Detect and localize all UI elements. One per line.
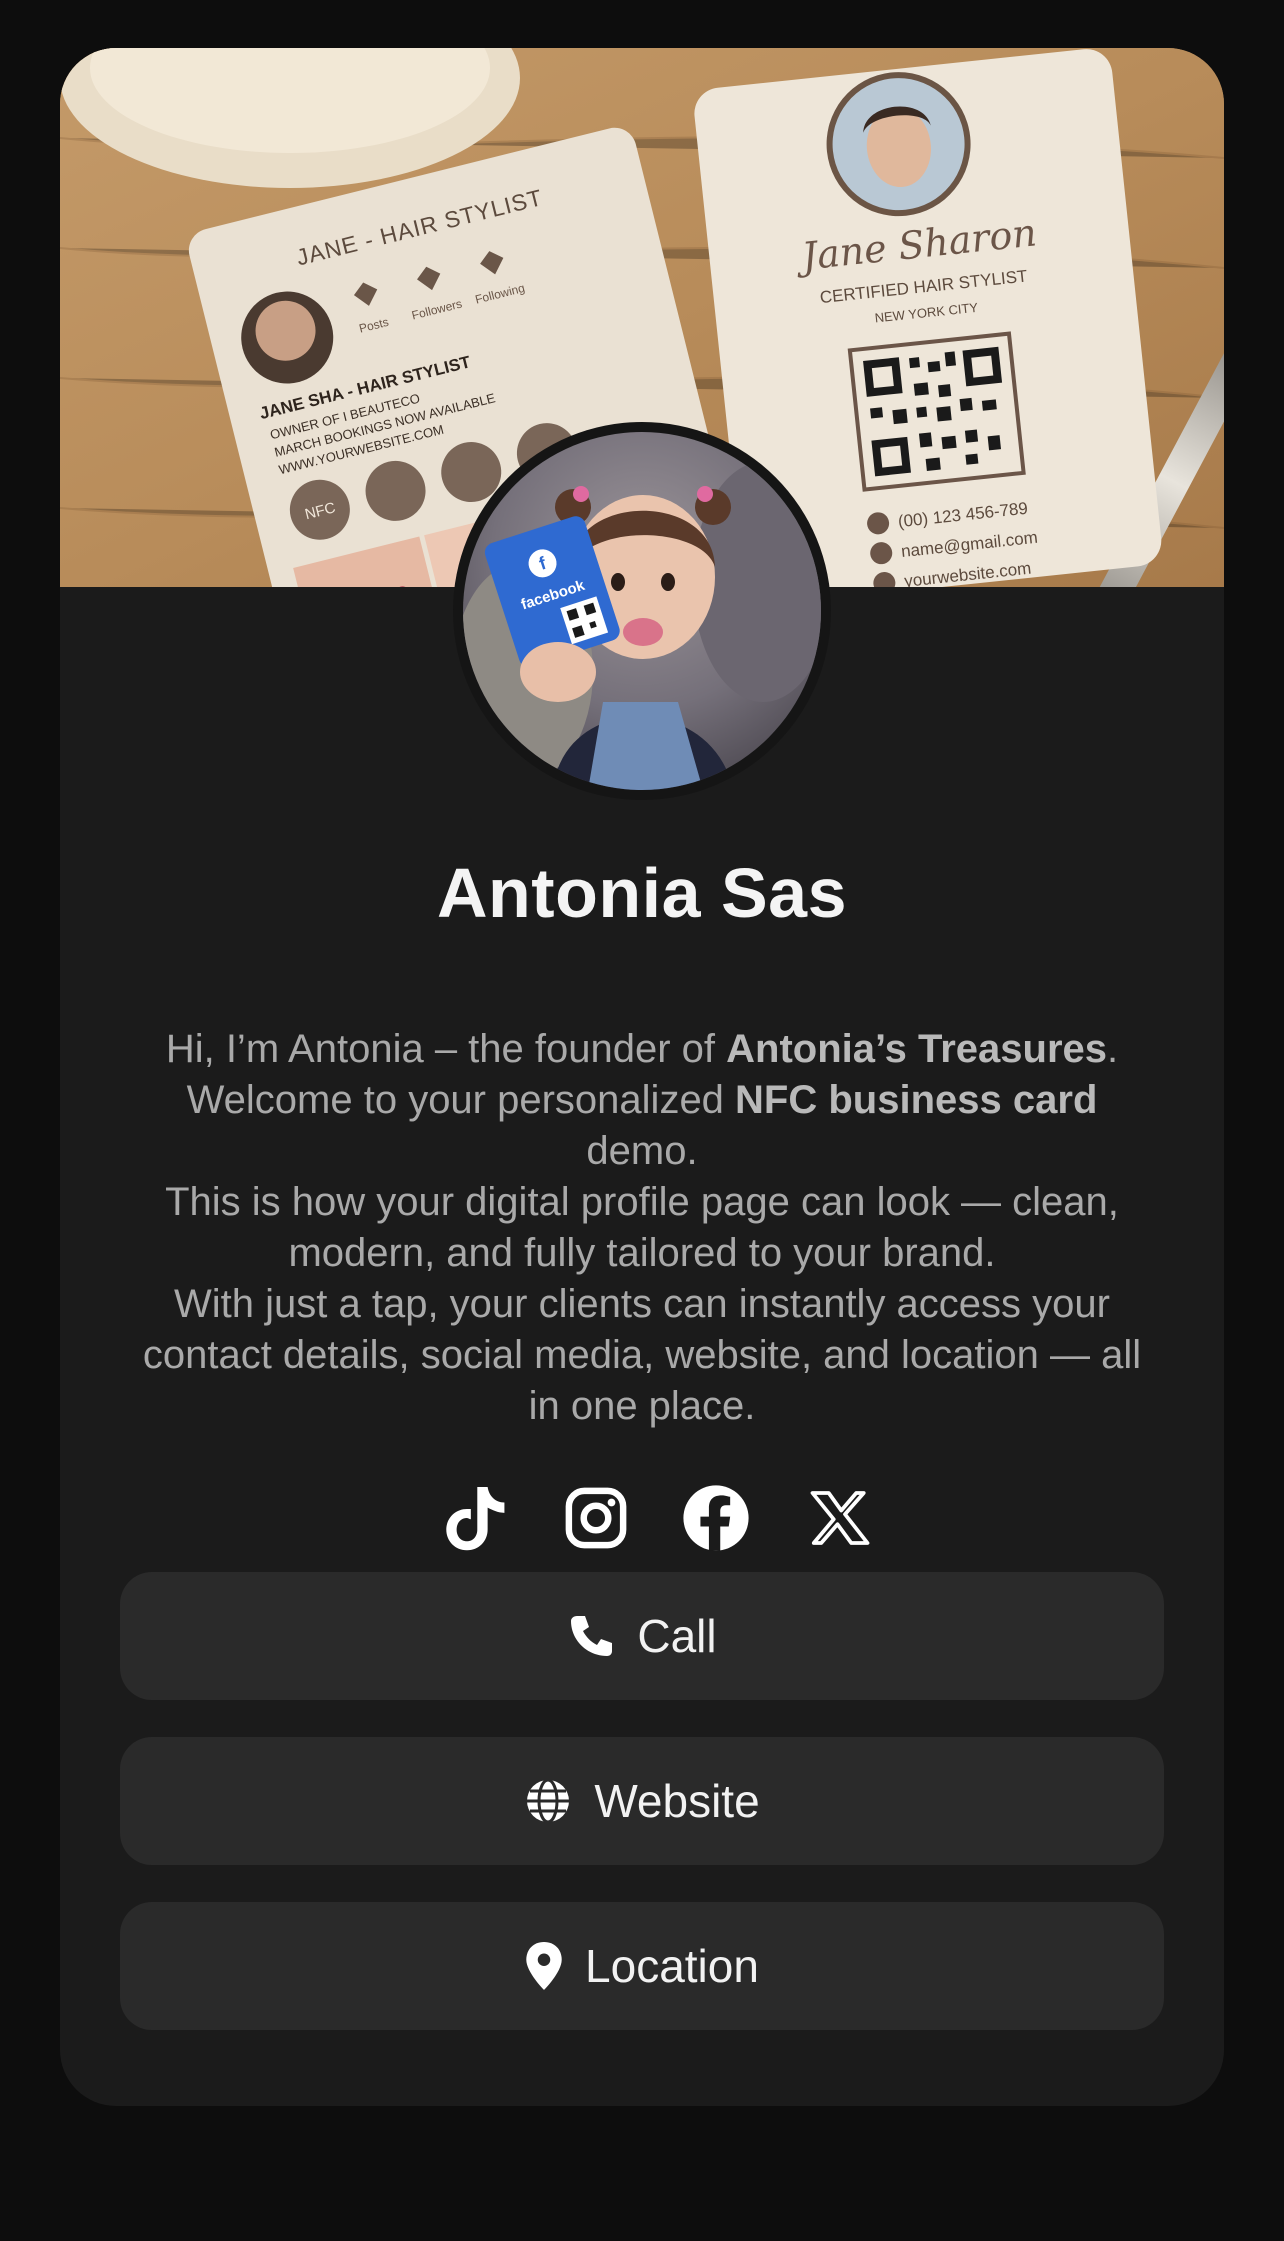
profile-card: JANE - HAIR STYLIST Posts Followers Foll… — [60, 48, 1224, 2106]
avatar: f facebook — [453, 422, 831, 800]
map-pin-icon — [525, 1941, 563, 1991]
globe-icon — [524, 1777, 572, 1825]
x-icon — [810, 1491, 870, 1545]
avatar-photo: f facebook — [463, 432, 821, 790]
bio-text: Welcome to your personalized — [186, 1078, 736, 1122]
instagram-link[interactable] — [556, 1478, 636, 1558]
bio-paragraph: With just a tap, your clients can instan… — [142, 1282, 1142, 1428]
bio-brand-name: Antonia’s Treasures — [726, 1027, 1108, 1071]
call-label: Call — [637, 1610, 717, 1662]
bio-product-name: NFC business card — [735, 1078, 1098, 1122]
location-button[interactable]: Location — [120, 1902, 1164, 2030]
bio-text: . — [1107, 1027, 1119, 1071]
tiktok-link[interactable] — [436, 1478, 516, 1558]
social-links — [60, 1478, 1224, 1558]
bio-text: demo. — [586, 1129, 698, 1173]
profile-bio: Hi, I’m Antonia – the founder of Antonia… — [130, 1024, 1154, 1432]
facebook-icon — [683, 1485, 749, 1551]
x-link[interactable] — [800, 1478, 880, 1558]
bio-paragraph: This is how your digital profile page ca… — [165, 1180, 1119, 1275]
tiktok-icon — [446, 1487, 505, 1551]
phone-icon — [567, 1612, 615, 1660]
profile-name: Antonia Sas — [436, 854, 848, 932]
website-label: Website — [594, 1775, 760, 1827]
instagram-icon — [565, 1487, 627, 1549]
call-button[interactable]: Call — [120, 1572, 1164, 1700]
facebook-link[interactable] — [676, 1478, 756, 1558]
bio-intro: Hi, I’m Antonia – the founder of Antonia… — [130, 1024, 1154, 1177]
bio-text: Hi, I’m Antonia – the founder of — [165, 1027, 727, 1071]
website-button[interactable]: Website — [120, 1737, 1164, 1865]
location-label: Location — [585, 1940, 759, 1992]
